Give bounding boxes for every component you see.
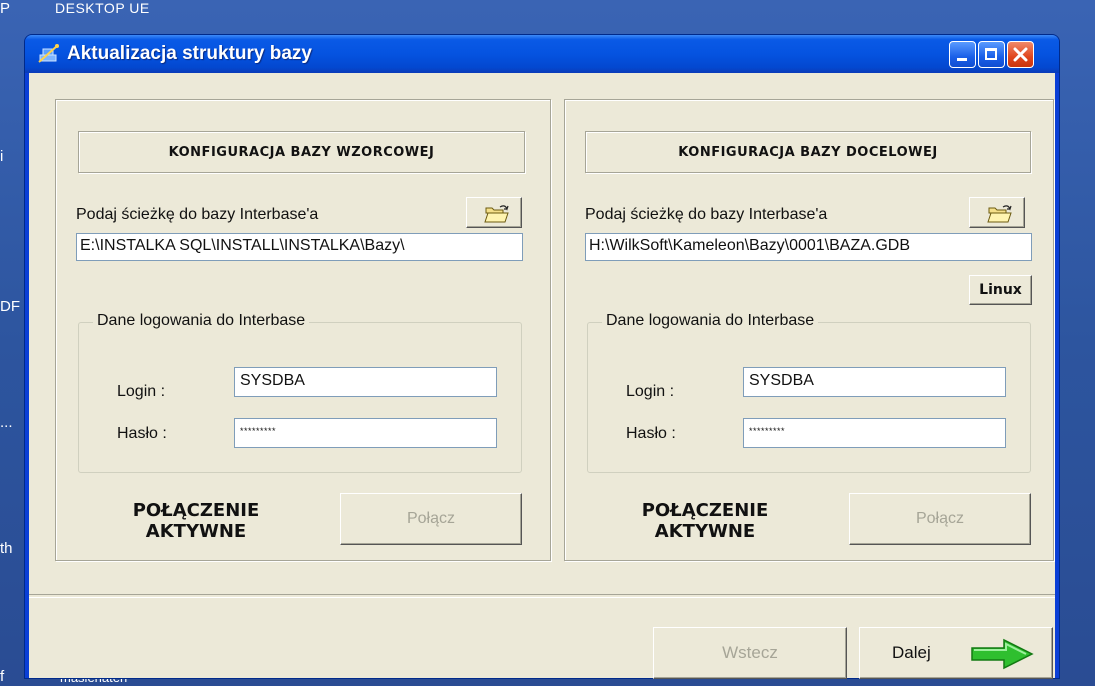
target-login-group-label: Dane logowania do Interbase xyxy=(602,312,819,330)
target-path-label: Podaj ścieżkę do bazy Interbase'a xyxy=(585,206,828,223)
desktop-mark: ... xyxy=(0,414,13,431)
title-bar[interactable]: Aktualizacja struktury bazy xyxy=(25,35,1059,73)
back-button[interactable]: Wstecz xyxy=(653,627,847,679)
desktop-mark: i xyxy=(0,148,4,165)
desktop-mark: DF xyxy=(0,298,20,315)
desktop-mark: th xyxy=(0,540,13,557)
source-connection-status: POŁĄCZENIE AKTYWNE xyxy=(132,500,260,542)
update-structure-window: Aktualizacja struktury bazy KONFIGURACJA… xyxy=(24,34,1060,679)
desktop-title: DESKTOP UE xyxy=(55,0,150,16)
maximize-icon[interactable] xyxy=(978,41,1005,68)
source-password-input[interactable]: ********* xyxy=(234,418,497,448)
close-icon[interactable] xyxy=(1007,41,1034,68)
arrow-right-icon xyxy=(971,638,1034,670)
source-login-group-label: Dane logowania do Interbase xyxy=(93,312,310,330)
source-db-heading: KONFIGURACJA BAZY WZORCOWEJ xyxy=(78,131,525,173)
desktop-mark: f xyxy=(0,668,5,685)
target-login-group: Dane logowania do Interbase Login : SYSD… xyxy=(587,312,1031,473)
next-button-label: Dalej xyxy=(892,643,931,662)
source-path-input[interactable]: E:\INSTALKA SQL\INSTALL\INSTALKA\Bazy\ xyxy=(76,233,523,261)
next-button[interactable]: Dalej xyxy=(859,627,1053,679)
source-password-label: Hasło : xyxy=(117,425,167,442)
open-folder-icon xyxy=(484,205,509,223)
target-path-input[interactable]: H:\WilkSoft\Kameleon\Bazy\0001\BAZA.GDB xyxy=(585,233,1032,261)
target-password-label: Hasło : xyxy=(626,425,676,442)
target-db-panel: KONFIGURACJA BAZY DOCELOWEJ Podaj ścieżk… xyxy=(564,99,1054,561)
target-connect-button[interactable]: Połącz xyxy=(849,493,1031,545)
window-title: Aktualizacja struktury bazy xyxy=(67,43,312,64)
source-connect-button[interactable]: Połącz xyxy=(340,493,522,545)
source-browse-button[interactable] xyxy=(466,197,522,228)
app-icon xyxy=(38,44,59,63)
target-browse-button[interactable] xyxy=(969,197,1025,228)
window-client-area: KONFIGURACJA BAZY WZORCOWEJ Podaj ścieżk… xyxy=(29,73,1055,679)
target-db-heading: KONFIGURACJA BAZY DOCELOWEJ xyxy=(585,131,1031,173)
target-password-input[interactable]: ********* xyxy=(743,418,1006,448)
open-folder-icon xyxy=(987,205,1012,223)
footer-divider xyxy=(29,594,1055,598)
target-login-label: Login : xyxy=(626,383,675,400)
desktop-mark: P xyxy=(0,0,11,17)
source-login-label: Login : xyxy=(117,383,166,400)
target-connection-status: POŁĄCZENIE AKTYWNE xyxy=(641,500,769,542)
minimize-icon[interactable] xyxy=(949,41,976,68)
source-login-group: Dane logowania do Interbase Login : SYSD… xyxy=(78,312,522,473)
target-login-input[interactable]: SYSDBA xyxy=(743,367,1006,397)
source-login-input[interactable]: SYSDBA xyxy=(234,367,497,397)
back-button-label: Wstecz xyxy=(722,643,778,662)
source-path-label: Podaj ścieżkę do bazy Interbase'a xyxy=(76,206,319,223)
linux-button[interactable]: Linux xyxy=(969,275,1032,305)
source-db-panel: KONFIGURACJA BAZY WZORCOWEJ Podaj ścieżk… xyxy=(55,99,551,561)
